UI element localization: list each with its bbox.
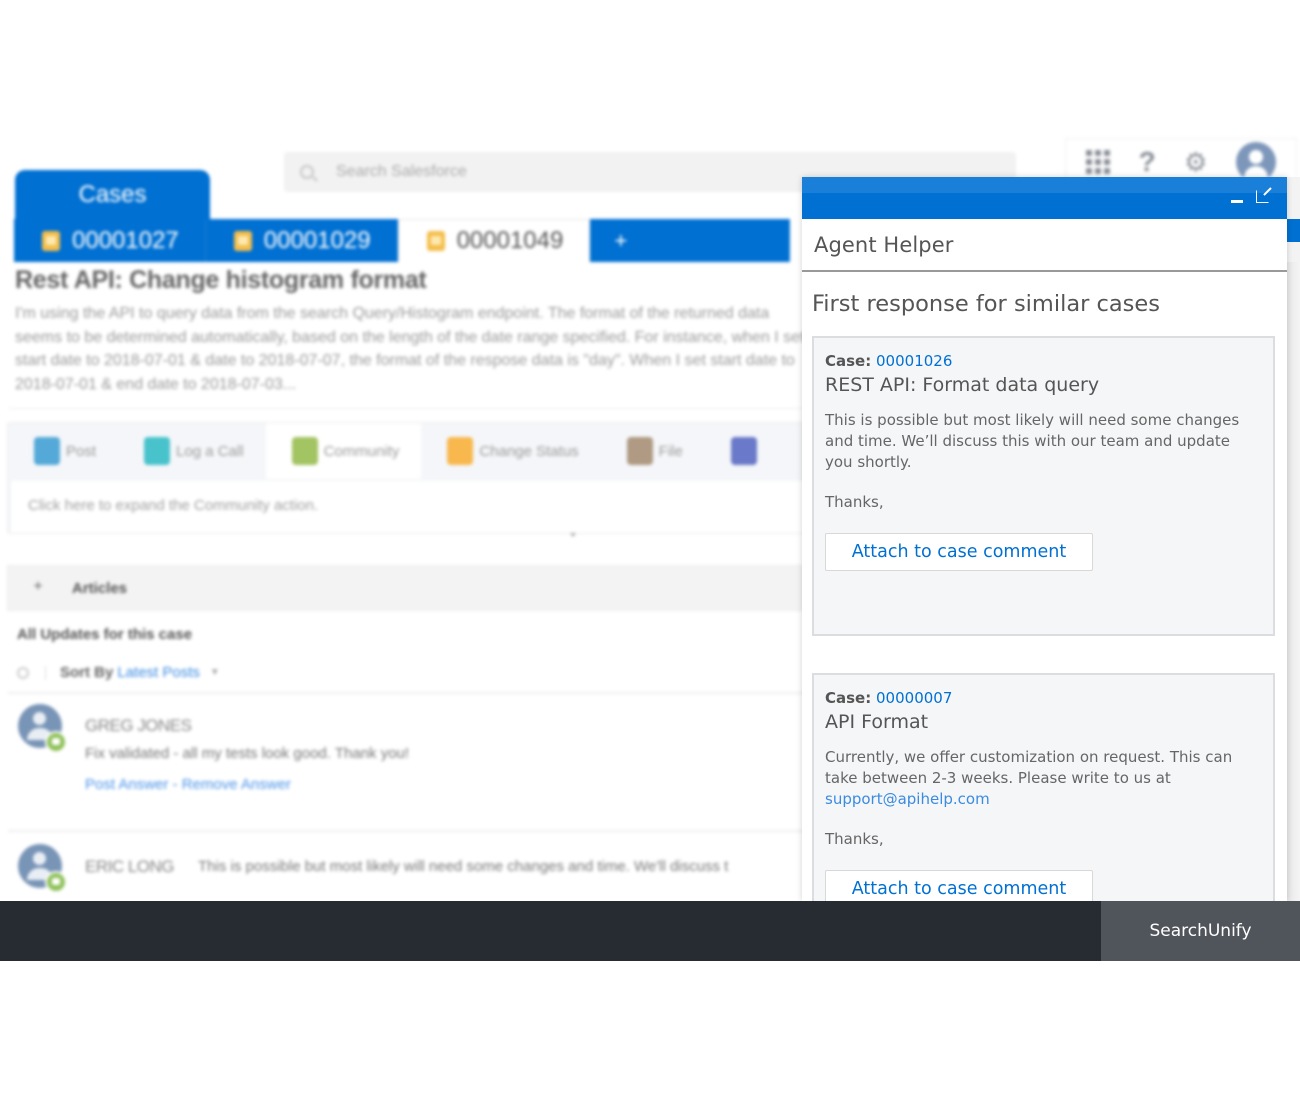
response-title: REST API: Format data query (825, 374, 1100, 396)
search-icon (300, 165, 314, 179)
case-title: Rest API: Change histogram format (15, 266, 427, 294)
response-card: Case: 00000007 API Format Currently, we … (812, 673, 1275, 901)
panel-edge (1287, 177, 1300, 262)
agent-helper-header (802, 177, 1287, 219)
case-icon (426, 231, 445, 251)
post-icon (34, 437, 60, 465)
case-tab[interactable]: 00001029 (205, 219, 398, 262)
case-tab[interactable]: 00001027 (14, 219, 206, 262)
section-heading: First response for similar cases (812, 291, 1160, 317)
case-label: Case: (825, 689, 872, 707)
response-title: API Format (825, 711, 929, 733)
divider (8, 830, 808, 832)
action-tab[interactable] (705, 423, 785, 479)
action-tab-label: Post (66, 442, 97, 460)
case-number-link[interactable]: 00000007 (876, 689, 952, 707)
agent-helper-panel: Agent Helper First response for similar … (802, 177, 1287, 901)
action-tab[interactable]: Community (265, 423, 422, 479)
phone-icon (144, 437, 171, 465)
response-card: Case: 00001026 REST API: Format data que… (812, 336, 1275, 636)
action-tab[interactable]: Change Status (421, 423, 600, 479)
expand-community-action[interactable]: Click here to expand the Community actio… (11, 481, 811, 533)
case-number-link[interactable]: 00001026 (876, 352, 952, 370)
plus-icon: + (614, 227, 628, 253)
case-reference: Case: 00000007 (825, 689, 1261, 707)
action-tab-label: File (658, 442, 683, 460)
community-badge-icon (45, 871, 67, 893)
app-tab-cases[interactable]: Cases (15, 170, 210, 220)
app-launcher-icon[interactable] (1086, 150, 1111, 174)
articles-section[interactable]: + Articles (7, 565, 812, 611)
articles-label: Articles (72, 579, 128, 597)
agent-helper-title: Agent Helper (802, 219, 1287, 272)
action-tab[interactable]: Log a Call (118, 423, 266, 479)
help-icon[interactable]: ? (1139, 146, 1156, 178)
separator (45, 665, 46, 680)
divider (8, 692, 808, 694)
case-tab-bar: 00001027 00001029 00001049 + (14, 219, 791, 262)
attach-to-case-comment-button[interactable]: Attach to case comment (825, 533, 1093, 571)
action-tab[interactable]: Post (8, 423, 118, 479)
scrollbar[interactable] (1287, 262, 1300, 902)
feed-author[interactable]: GREG JONES (85, 716, 192, 736)
file-icon (626, 437, 653, 465)
chevron-down-icon[interactable]: ▼ (210, 667, 220, 678)
feed-text: Fix validated - all my tests look good. … (85, 745, 410, 762)
feed-sort-row: Sort By Latest Posts ▼ (17, 664, 220, 681)
case-tab-label: 00001029 (263, 226, 371, 254)
minimize-icon[interactable] (1231, 200, 1243, 203)
case-tab-active[interactable]: 00001049 (397, 219, 591, 262)
user-avatar-icon[interactable] (1235, 142, 1276, 182)
response-text: Currently, we offer customization on req… (825, 747, 1261, 810)
divider (8, 408, 808, 409)
updates-title: All Updates for this case (17, 626, 193, 643)
action-tab-bar: Post Log a Call Community Change Status File (8, 423, 811, 479)
response-signoff: Thanks, (825, 493, 884, 511)
add-tab-button[interactable]: + (590, 219, 791, 262)
action-tab-label: Log a Call (176, 442, 244, 460)
case-description: I'm using the API to query data from the… (15, 305, 805, 393)
feed-text: This is possible but most likely will ne… (198, 858, 729, 875)
case-reference: Case: 00001026 (825, 352, 1261, 370)
publisher-actions: Post Log a Call Community Change Status File… (7, 422, 812, 534)
searchunify-utility-button[interactable]: SearchUnify (1101, 901, 1300, 961)
action-tab-label: Change Status (479, 442, 579, 460)
response-body: This is possible but most likely will ne… (825, 411, 1240, 471)
link-icon (730, 437, 757, 465)
response-text: This is possible but most likely will ne… (825, 410, 1261, 473)
agent-helper-body: First response for similar cases Case: 0… (802, 272, 1287, 901)
action-tab[interactable]: File (601, 423, 705, 479)
sort-by-dropdown[interactable]: Latest Posts (117, 664, 200, 681)
feed-author[interactable]: ERIC LONG (85, 857, 175, 877)
search-placeholder: Search Salesforce (336, 163, 467, 180)
case-icon (233, 230, 252, 251)
case-tab-label: 00001027 (72, 226, 179, 254)
support-email-link[interactable]: support@apihelp.com (825, 789, 1261, 810)
feed-item: ERIC LONG This is possible but most like… (18, 844, 808, 894)
sort-by-label: Sort By (60, 664, 114, 681)
search-feed-icon[interactable] (17, 666, 29, 679)
lightning-icon (447, 437, 474, 465)
response-signoff: Thanks, (825, 830, 884, 848)
feed-item: GREG JONES Fix validated - all my tests … (18, 704, 808, 814)
action-tab-label: Community (323, 442, 400, 460)
community-badge-icon (45, 731, 67, 753)
utility-footer: SearchUnify (0, 901, 1300, 961)
popout-icon[interactable] (1256, 190, 1269, 203)
collapse-caret-icon[interactable] (570, 533, 576, 537)
community-icon (291, 437, 318, 465)
case-tab-label: 00001049 (456, 227, 564, 254)
expand-icon[interactable]: + (30, 578, 46, 598)
post-answer-links[interactable]: Post Answer - Remove Answer (85, 776, 291, 793)
case-label: Case: (825, 352, 872, 370)
response-body: Currently, we offer customization on req… (825, 748, 1233, 787)
case-icon (42, 230, 60, 251)
attach-to-case-comment-button[interactable]: Attach to case comment (825, 870, 1093, 901)
gear-icon[interactable]: ⚙ (1184, 147, 1207, 178)
